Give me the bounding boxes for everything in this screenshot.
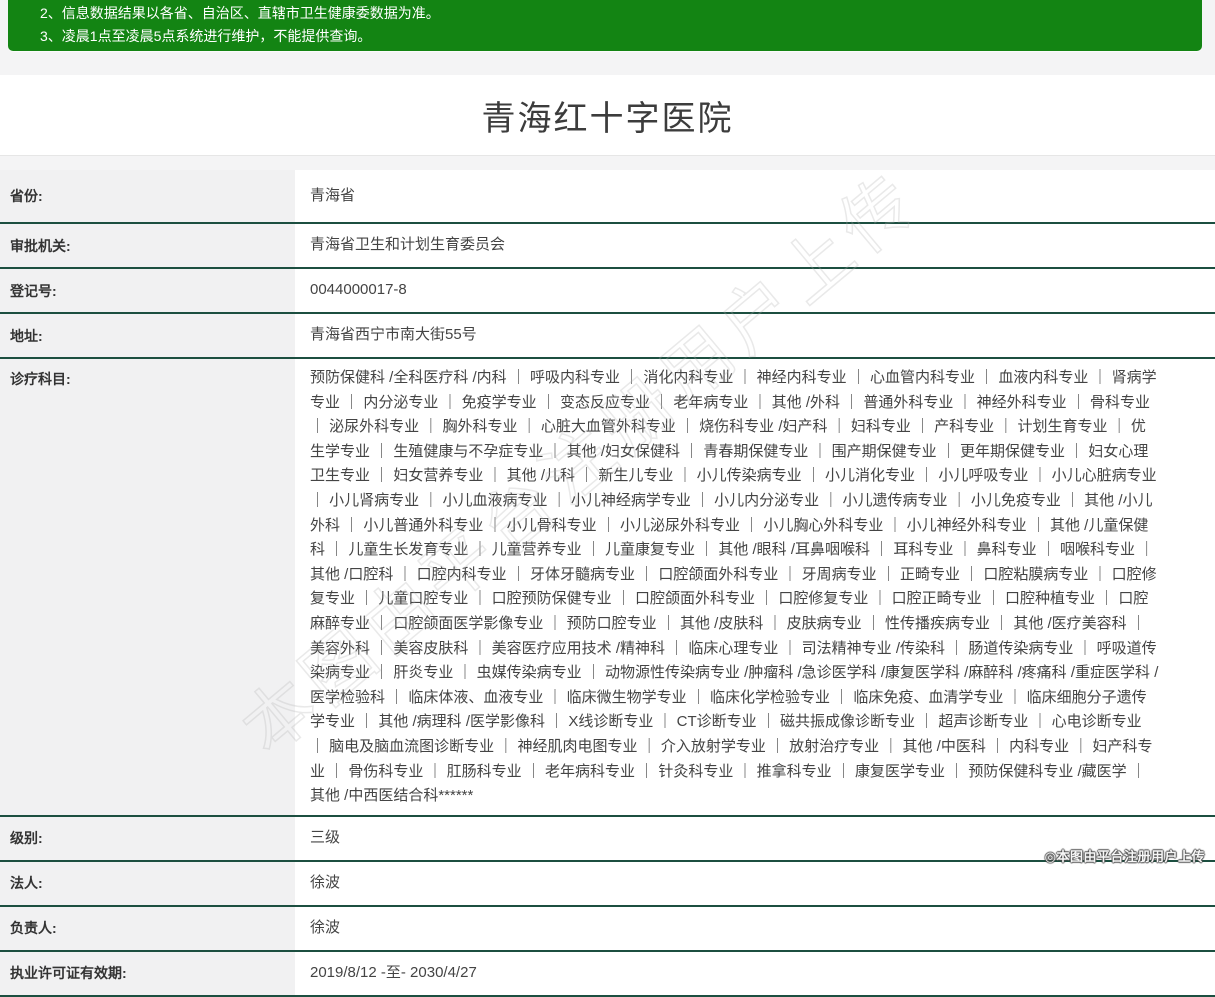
corner-watermark: ◎本图由平台注册用户上传 xyxy=(1045,846,1205,865)
table-row-level: 级别: 三级 xyxy=(0,817,1215,862)
row-label: 登记号: xyxy=(0,269,295,312)
info-table: 省份: 青海省 审批机关: 青海省卫生和计划生育委员会 登记号: 0044000… xyxy=(0,170,1215,997)
table-row-departments: 诊疗科目: 预防保健科 /全科医疗科 /内科 ｜ 呼吸内科专业 ｜ 消化内科专业… xyxy=(0,359,1215,817)
row-label: 诊疗科目: xyxy=(0,359,295,815)
table-row-registration-number: 登记号: 0044000017-8 xyxy=(0,269,1215,314)
row-value: 0044000017-8 xyxy=(295,269,1215,312)
row-value: 徐波 xyxy=(295,862,1215,905)
row-value: 青海省西宁市南大街55号 xyxy=(295,314,1215,357)
table-row-address: 地址: 青海省西宁市南大街55号 xyxy=(0,314,1215,359)
notice-line: 2、信息数据结果以各省、自治区、直辖市卫生健康委数据为准。 xyxy=(40,2,1202,25)
row-label: 省份: xyxy=(0,170,295,222)
title-section: 青海红十字医院 xyxy=(0,75,1215,156)
row-value: 青海省 xyxy=(295,170,1215,222)
table-row-province: 省份: 青海省 xyxy=(0,170,1215,224)
row-label: 法人: xyxy=(0,862,295,905)
table-row-legal-person: 法人: 徐波 xyxy=(0,862,1215,907)
notice-line: 3、凌晨1点至凌晨5点系统进行维护，不能提供查询。 xyxy=(40,25,1202,48)
table-row-person-in-charge: 负责人: 徐波 xyxy=(0,907,1215,952)
table-row-license-validity: 执业许可证有效期: 2019/8/12 -至- 2030/4/27 xyxy=(0,952,1215,997)
page-title: 青海红十字医院 xyxy=(482,91,734,140)
row-label: 审批机关: xyxy=(0,224,295,267)
row-label: 负责人: xyxy=(0,907,295,950)
row-label: 执业许可证有效期: xyxy=(0,952,295,995)
row-label: 级别: xyxy=(0,817,295,860)
row-value: 预防保健科 /全科医疗科 /内科 ｜ 呼吸内科专业 ｜ 消化内科专业 ｜ 神经内… xyxy=(295,359,1215,815)
notice-banner: 2、信息数据结果以各省、自治区、直辖市卫生健康委数据为准。 3、凌晨1点至凌晨5… xyxy=(8,0,1202,51)
row-value: 徐波 xyxy=(295,907,1215,950)
table-row-approval-authority: 审批机关: 青海省卫生和计划生育委员会 xyxy=(0,224,1215,269)
row-value: 青海省卫生和计划生育委员会 xyxy=(295,224,1215,267)
row-label: 地址: xyxy=(0,314,295,357)
row-value: 2019/8/12 -至- 2030/4/27 xyxy=(295,952,1215,995)
